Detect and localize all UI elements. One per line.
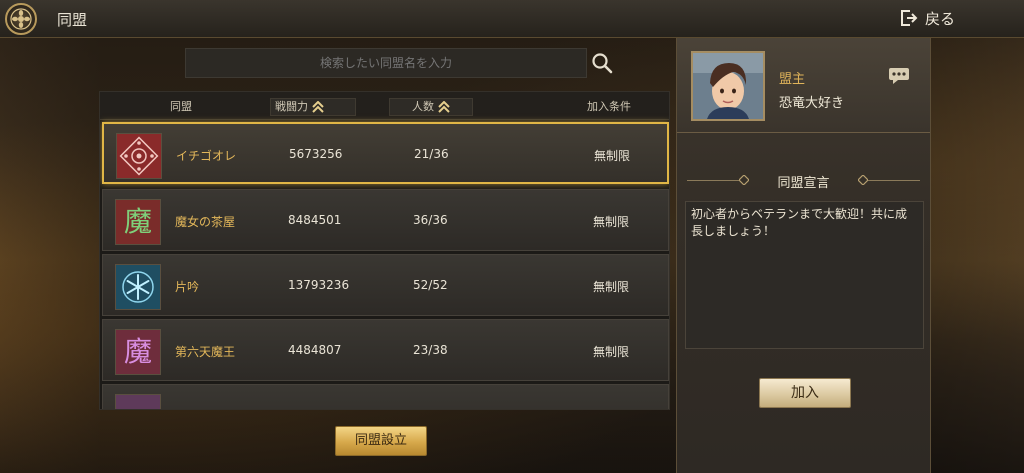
back-label: 戻る <box>925 9 956 28</box>
join-button[interactable]: 加入 <box>759 378 851 408</box>
table-row[interactable]: イチゴオレ 5673256 21/36 無制限 <box>102 122 669 184</box>
alliance-power: 5673256 <box>289 147 343 161</box>
alliance-name: 片吟 <box>175 280 200 294</box>
search-icon[interactable] <box>591 52 613 78</box>
alliance-members: 21/36 <box>414 147 449 161</box>
alliance-icon <box>115 394 161 409</box>
alliance-name: 魔女の茶屋 <box>175 215 236 229</box>
page-title: 同盟 <box>57 11 88 29</box>
leader-role: 盟主 <box>779 72 806 87</box>
table-header: 同盟 戦闘力 人数 加入条件 <box>100 92 669 120</box>
alliance-members: 52/52 <box>413 278 448 292</box>
crest-icon <box>116 133 162 179</box>
alliance-power: 13793236 <box>288 278 350 292</box>
alliance-members: 23/38 <box>413 343 448 357</box>
search-input[interactable] <box>185 48 587 78</box>
ornament-icon <box>858 175 868 185</box>
demon-kanji-icon: 魔 <box>115 329 161 375</box>
sort-arrows-icon <box>312 101 324 113</box>
sort-arrows-icon <box>438 101 450 113</box>
declaration-text: 初心者からベテランまで大歓迎！共に成長しましょう！ <box>685 201 924 349</box>
alliance-name: イチゴオレ <box>176 149 237 163</box>
table-row[interactable] <box>102 384 669 409</box>
table-row[interactable]: 片吟 13793236 52/52 無制限 <box>102 254 669 316</box>
alliance-detail-panel: 盟主 恐竜大好き 同盟宣言 初心者からベテランまで大歓迎！共に成長しましょう！ … <box>676 38 931 473</box>
table-row[interactable]: 魔 第六天魔王 4484807 23/38 無制限 <box>102 319 669 381</box>
column-power: 戦闘力 <box>275 100 308 113</box>
exit-icon <box>901 10 918 26</box>
demon-kanji-icon: 魔 <box>115 199 161 245</box>
alliance-condition: 無制限 <box>593 215 630 229</box>
alliance-condition: 無制限 <box>593 345 630 359</box>
alliance-table: 同盟 戦闘力 人数 加入条件 イチゴオレ 5673256 21/36 無制限 魔… <box>99 91 670 410</box>
back-button[interactable]: 戻る <box>898 6 978 30</box>
alliance-name: 第六天魔王 <box>175 345 236 359</box>
avatar[interactable] <box>691 51 765 121</box>
column-condition: 加入条件 <box>587 100 631 113</box>
leader-name: 恐竜大好き <box>779 96 845 111</box>
table-row[interactable]: 魔 魔女の茶屋 8484501 36/36 無制限 <box>102 189 669 251</box>
chat-icon[interactable] <box>888 67 910 89</box>
alliance-power: 4484807 <box>288 343 342 357</box>
sort-power-button[interactable]: 戦闘力 <box>270 98 356 116</box>
background-edge <box>931 38 1024 473</box>
declaration-heading: 同盟宣言 <box>677 171 930 191</box>
column-members: 人数 <box>412 100 434 113</box>
sort-members-button[interactable]: 人数 <box>389 98 473 116</box>
alliance-power: 8484501 <box>288 213 342 227</box>
alliance-condition: 無制限 <box>593 280 630 294</box>
alliance-condition: 無制限 <box>594 149 631 163</box>
declaration-title: 同盟宣言 <box>777 176 830 191</box>
snowflake-icon <box>115 264 161 310</box>
leader-card: 盟主 恐竜大好き <box>677 38 930 133</box>
column-alliance: 同盟 <box>170 100 192 113</box>
create-alliance-button[interactable]: 同盟設立 <box>335 426 427 456</box>
top-bar: 同盟 戻る <box>0 0 1024 38</box>
divider <box>868 180 920 181</box>
alliance-members: 36/36 <box>413 213 448 227</box>
alliance-emblem-icon <box>5 3 37 35</box>
